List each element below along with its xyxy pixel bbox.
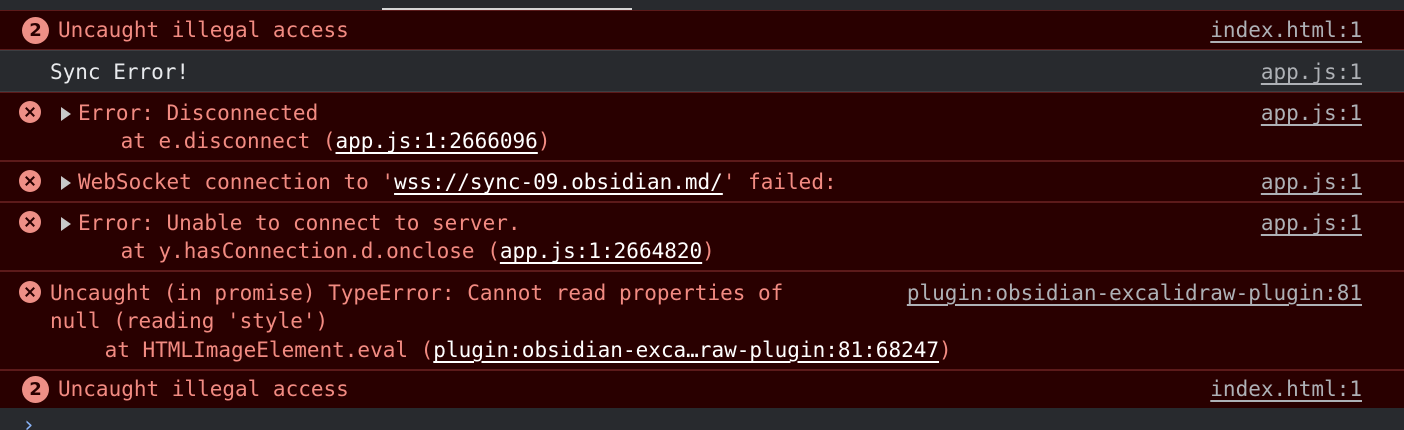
stack-link[interactable]: app.js:1:2664820 [500,239,702,263]
error-icon [19,101,41,123]
source-link[interactable]: app.js:1 [1261,168,1362,196]
error-message-line-1: Uncaught (in promise) TypeError: Cannot … [50,281,784,305]
error-message-line-2: null (reading 'style') [50,309,329,333]
source-link[interactable]: app.js:1 [1261,209,1362,237]
websocket-url-link[interactable]: wss://sync-09.obsidian.md/ [394,170,723,194]
source-link[interactable]: plugin:obsidian-excalidraw-plugin:81 [907,279,1362,307]
prompt-chevron-icon: › [22,413,36,430]
stack-frame: at y.hasConnection.d.onclose (app.js:1:2… [70,239,715,263]
error-icon [19,281,41,303]
source-link[interactable]: app.js:1 [1261,99,1362,127]
console-row-error-disconnected[interactable]: Error: Disconnected at e.disconnect (app… [0,92,1404,161]
devtools-console: 2 Uncaught illegal access index.html:1 S… [0,0,1404,430]
console-row-grouped-error[interactable]: 2 Uncaught illegal access index.html:1 [0,10,1404,50]
error-message: Error: Disconnected [78,101,319,125]
console-row-grouped-error[interactable]: 2 Uncaught illegal access index.html:1 [0,370,1404,409]
cutoff-link[interactable] [382,0,632,10]
stack-frame: at e.disconnect (app.js:1:2666096) [70,129,551,153]
expand-triangle-icon[interactable] [61,217,71,231]
stack-link[interactable]: plugin:obsidian-exca…raw-plugin:81:68247 [433,338,939,362]
stack-frame: at HTMLImageElement.eval (plugin:obsidia… [54,338,952,362]
error-message: Uncaught illegal access [58,377,349,401]
error-message: WebSocket connection to 'wss://sync-09.o… [78,170,837,194]
console-row-log[interactable]: Sync Error! app.js:1 [0,50,1404,92]
console-input-area[interactable]: › [0,408,1404,430]
expand-triangle-icon[interactable] [61,107,71,121]
error-message: Error: Unable to connect to server. [78,211,521,235]
source-link[interactable]: app.js:1 [1261,58,1362,86]
console-row-error-websocket[interactable]: WebSocket connection to 'wss://sync-09.o… [0,161,1404,202]
stack-link[interactable]: app.js:1:2666096 [336,129,538,153]
console-row-error-unable-connect[interactable]: Error: Unable to connect to server. at y… [0,202,1404,271]
expand-triangle-icon[interactable] [61,176,71,190]
error-message: Uncaught illegal access [58,18,349,42]
source-link[interactable]: index.html:1 [1210,16,1362,44]
error-icon [19,170,41,192]
source-link[interactable]: index.html:1 [1210,375,1362,403]
console-row-error-typeerror[interactable]: Uncaught (in promise) TypeError: Cannot … [0,271,1404,370]
error-icon [19,211,41,233]
log-message: Sync Error! [50,60,190,84]
repeat-count-badge: 2 [22,17,49,44]
repeat-count-badge: 2 [22,376,49,403]
